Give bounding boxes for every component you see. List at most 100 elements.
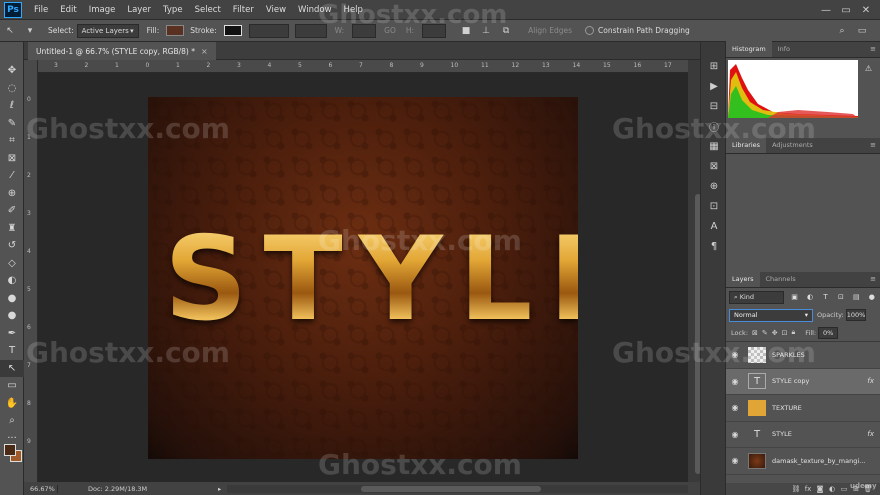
menu-help[interactable]: Help	[338, 0, 369, 20]
document-horizontal-scrollbar[interactable]	[227, 484, 688, 493]
panel-menu-icon[interactable]: ≡	[870, 141, 876, 149]
dodge-tool-icon[interactable]: ●	[0, 307, 24, 325]
eraser-tool-icon[interactable]: ◇	[0, 255, 24, 273]
menu-type[interactable]: Type	[157, 0, 189, 20]
blur-tool-icon[interactable]: ●	[0, 290, 24, 308]
path-selection-tool-icon[interactable]: ↖	[3, 24, 17, 38]
minimize-button[interactable]: —	[816, 5, 836, 16]
menu-window[interactable]: Window	[292, 0, 338, 20]
brush-tool-icon[interactable]: ✐	[0, 202, 24, 220]
layer-effects-badge[interactable]: fx	[867, 430, 874, 438]
history-icon[interactable]: ⊞	[701, 56, 727, 76]
pen-tool-icon[interactable]: ✒	[0, 325, 24, 343]
menu-file[interactable]: File	[28, 0, 54, 20]
new-group-icon[interactable]: ▭	[838, 485, 850, 493]
lock-position-icon[interactable]: ✥	[772, 329, 778, 337]
move-tool-icon[interactable]: ✥	[0, 62, 24, 80]
tab-histogram[interactable]: Histogram	[726, 41, 772, 57]
panel-menu-icon[interactable]: ≡	[870, 45, 876, 53]
lock-all-icon[interactable]: 🔒︎	[792, 328, 796, 337]
menu-view[interactable]: View	[260, 0, 292, 20]
vertical-ruler[interactable]: 0 1 2 3 4 5 6 7 8 9	[24, 60, 38, 482]
delete-layer-icon[interactable]: 🗑︎	[862, 485, 874, 493]
lock-transparent-icon[interactable]: ⊠	[752, 329, 758, 337]
layer-effects-badge[interactable]: fx	[867, 377, 874, 385]
scroll-thumb[interactable]	[361, 485, 542, 492]
layer-row[interactable]: ◉ T STYLE copy fx	[726, 368, 880, 395]
brushes-icon[interactable]: ⊡	[701, 196, 727, 216]
foreground-color[interactable]	[4, 444, 16, 456]
type-filter-icon[interactable]: T	[820, 292, 830, 303]
quick-select-tool-icon[interactable]: ✎	[0, 115, 24, 133]
tab-libraries[interactable]: Libraries	[726, 137, 767, 153]
crop-tool-icon[interactable]: ⌗	[0, 132, 24, 150]
history-brush-tool-icon[interactable]: ↺	[0, 237, 24, 255]
maximize-button[interactable]: ▭	[836, 5, 856, 16]
layer-row[interactable]: ◉ SPARKLES	[726, 342, 880, 369]
filter-toggle-icon[interactable]: ●	[867, 292, 877, 303]
add-style-icon[interactable]: fx	[802, 485, 814, 493]
actions-play-icon[interactable]: ▶	[701, 76, 727, 96]
properties-icon[interactable]: ⊟	[701, 96, 727, 116]
path-alignment-icon[interactable]: ⊥	[479, 24, 493, 38]
opacity-field[interactable]: 100%	[845, 309, 866, 321]
visibility-eye-icon[interactable]: ◉	[726, 403, 744, 412]
tab-info[interactable]: Info	[772, 41, 796, 57]
marquee-tool-icon[interactable]: ◌	[0, 80, 24, 98]
info-icon[interactable]: ⓘ	[701, 116, 727, 136]
stroke-swatch[interactable]	[223, 25, 242, 36]
zoom-tool-icon[interactable]: ⌕	[0, 412, 24, 430]
tool-preset-chevron-icon[interactable]: ▾	[23, 24, 37, 38]
select-dropdown[interactable]: Active Layers ▾	[76, 23, 139, 38]
lasso-tool-icon[interactable]: ℓ	[0, 97, 24, 115]
stroke-type-field[interactable]	[294, 23, 327, 38]
smart-object-filter-icon[interactable]: ▤	[851, 292, 861, 303]
close-button[interactable]: ✕	[856, 5, 876, 16]
kind-filter-dropdown[interactable]: ⌕ Kind	[729, 290, 785, 304]
menu-layer[interactable]: Layer	[121, 0, 157, 20]
close-tab-icon[interactable]: ×	[201, 47, 208, 56]
constrain-checkbox[interactable]	[585, 26, 595, 35]
eyedropper-tool-icon[interactable]: ⁄	[0, 167, 24, 185]
lock-image-icon[interactable]: ✎	[762, 329, 768, 337]
clone-stamp-tool-icon[interactable]: ♜	[0, 220, 24, 238]
stroke-width-field[interactable]	[248, 23, 289, 38]
path-arrangement-icon[interactable]: ⧉	[499, 24, 513, 38]
canvas-area[interactable]: STYLE	[38, 73, 688, 482]
menu-select[interactable]: Select	[189, 0, 227, 20]
layer-row[interactable]: ◉ damask_texture_by_mangi...	[726, 448, 880, 475]
visibility-eye-icon[interactable]: ◉	[726, 377, 744, 386]
blend-mode-dropdown[interactable]: Normal ▾	[729, 308, 813, 322]
panel-menu-icon[interactable]: ≡	[870, 275, 876, 283]
fill-swatch[interactable]	[166, 25, 185, 36]
width-field[interactable]	[352, 23, 377, 38]
zoom-level[interactable]: 66.67%	[24, 484, 58, 493]
healing-brush-tool-icon[interactable]: ⊕	[0, 185, 24, 203]
height-field[interactable]	[422, 23, 447, 38]
adjustment-filter-icon[interactable]: ◐	[805, 292, 815, 303]
type-tool-icon[interactable]: T	[0, 342, 24, 360]
shape-filter-icon[interactable]: ⊡	[836, 292, 846, 303]
tab-adjustments[interactable]: Adjustments	[766, 137, 819, 153]
layer-row[interactable]: ◉ TEXTURE	[726, 395, 880, 422]
document-tab[interactable]: Untitled-1 @ 66.7% (STYLE copy, RGB/8) *…	[28, 42, 216, 60]
menu-edit[interactable]: Edit	[54, 0, 82, 20]
horizontal-ruler[interactable]: 3 2 1 0 1 2 3 4 5 6 7 8 9 10 11 12 13 14 15 16 17	[38, 60, 688, 73]
layer-row[interactable]: ◉ T STYLE fx	[726, 422, 880, 448]
new-layer-icon[interactable]: ⊞	[850, 485, 862, 493]
warning-icon[interactable]: ⚠	[865, 64, 872, 73]
status-menu-arrow-icon[interactable]: ▸	[218, 485, 221, 493]
frame-tool-icon[interactable]: ⊠	[0, 150, 24, 168]
document-vertical-scrollbar[interactable]	[688, 60, 701, 482]
rectangle-tool-icon[interactable]: ▭	[0, 377, 24, 395]
brush-settings-icon[interactable]: ⊠	[701, 156, 727, 176]
visibility-eye-icon[interactable]: ◉	[726, 350, 744, 359]
hand-tool-icon[interactable]: ✋	[0, 395, 24, 413]
pixel-filter-icon[interactable]: ▣	[789, 292, 799, 303]
tab-channels[interactable]: Channels	[760, 271, 802, 287]
lock-artboard-icon[interactable]: ⊡	[782, 329, 788, 337]
paragraph-icon[interactable]: ¶	[701, 236, 727, 256]
artboard[interactable]: STYLE	[148, 97, 578, 459]
workspace-icon[interactable]: ▭	[855, 24, 869, 38]
menu-filter[interactable]: Filter	[227, 0, 260, 20]
